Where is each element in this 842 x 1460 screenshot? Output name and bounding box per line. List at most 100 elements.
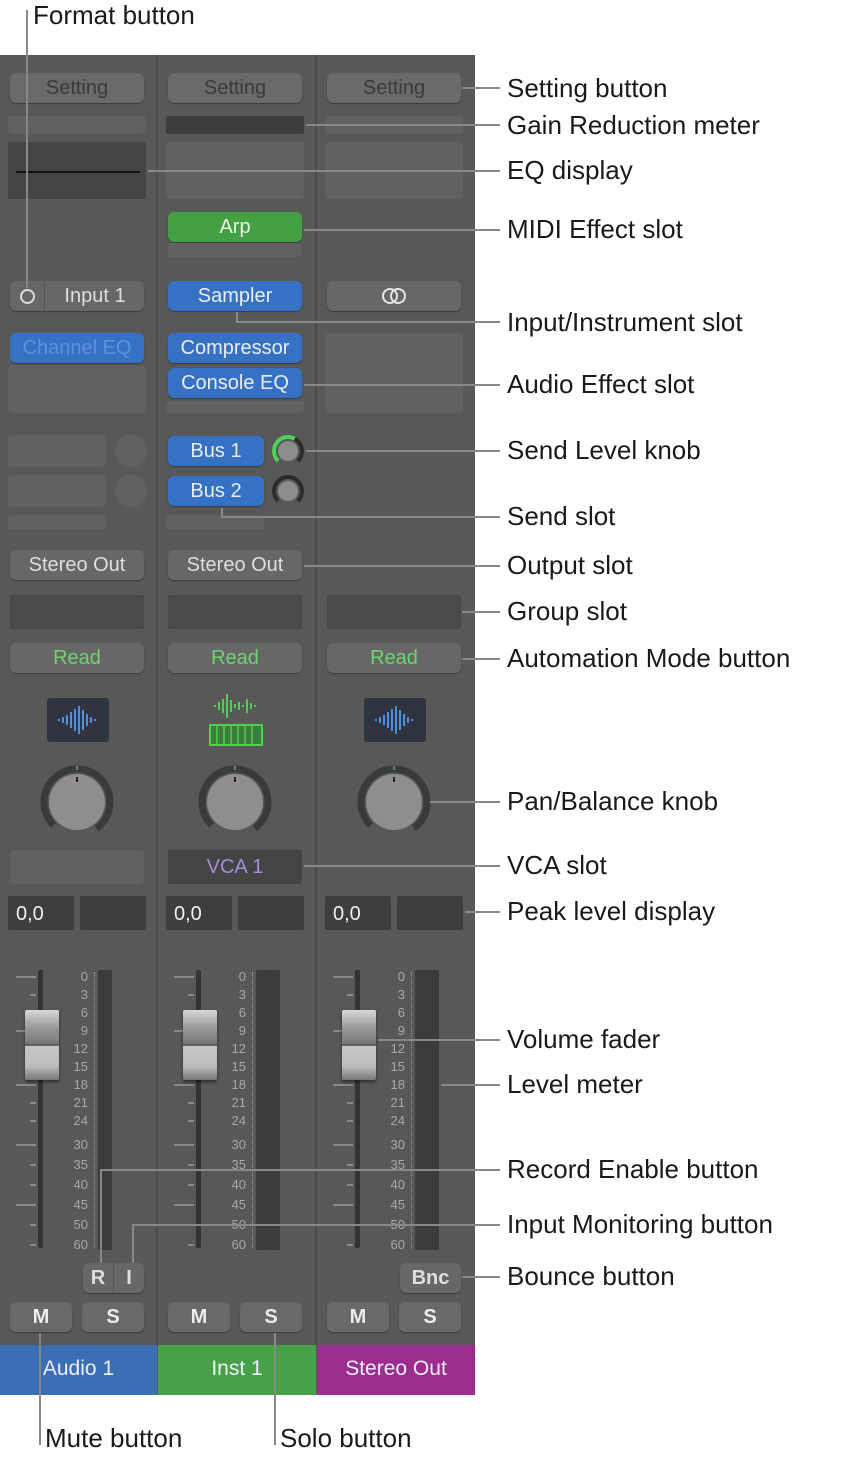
- vca-slot[interactable]: VCA 1: [168, 850, 302, 884]
- meter-scale-label: 40: [390, 1177, 405, 1192]
- gain-reduction-meter: [8, 116, 146, 134]
- callout-line: [462, 611, 500, 613]
- meter-scale-label: 24: [390, 1113, 405, 1128]
- pan-knob[interactable]: [40, 765, 114, 839]
- midi-effect-empty-slot[interactable]: [168, 243, 302, 257]
- callout-line: [378, 1039, 500, 1041]
- meter-scale-label: 30: [231, 1137, 246, 1152]
- group-slot[interactable]: [10, 595, 144, 629]
- send-empty-slot[interactable]: [8, 435, 106, 467]
- output-slot[interactable]: Stereo Out: [168, 550, 302, 580]
- record-monitor-group: R I: [83, 1263, 144, 1293]
- callout-gain-reduction: Gain Reduction meter: [507, 110, 760, 140]
- callout-bounce: Bounce button: [507, 1261, 675, 1291]
- meter-scale-label: 6: [80, 1005, 88, 1020]
- meter-scale-line: [411, 972, 412, 1248]
- send-knob-empty[interactable]: [115, 435, 147, 467]
- solo-button[interactable]: S: [399, 1302, 461, 1332]
- send-slot[interactable]: Bus 1: [168, 436, 264, 466]
- instrument-keyboard-icon[interactable]: [205, 691, 267, 749]
- audio-effect-empty-slot[interactable]: [8, 365, 146, 413]
- eq-display[interactable]: [8, 142, 146, 199]
- callout-solo: Solo button: [280, 1423, 412, 1453]
- fader-tick: [188, 1164, 194, 1166]
- fader-tick: [30, 1164, 36, 1166]
- audio-effect-empty-slot[interactable]: [325, 333, 463, 413]
- fader-tick: [16, 1144, 36, 1146]
- automation-mode-button[interactable]: Read: [327, 643, 461, 673]
- fader-tick: [188, 1120, 194, 1122]
- peak-level-display[interactable]: 0,0: [8, 896, 74, 930]
- setting-button[interactable]: Setting: [327, 73, 461, 103]
- send-empty-slot[interactable]: [8, 515, 106, 529]
- send-knob-empty[interactable]: [115, 475, 147, 507]
- send-slot[interactable]: Bus 2: [168, 476, 264, 506]
- track-name[interactable]: Stereo Out: [317, 1345, 475, 1395]
- meter-scale-label: 60: [390, 1237, 405, 1252]
- output-slot[interactable]: Stereo Out: [10, 550, 144, 580]
- input-slot[interactable]: Input 1: [10, 281, 144, 311]
- fader-tick: [174, 1204, 194, 1206]
- callout-line: [221, 516, 500, 518]
- meter-scale-label: 0: [80, 969, 88, 984]
- audio-waveform-icon[interactable]: [364, 698, 426, 742]
- send-empty-slot[interactable]: [8, 475, 106, 507]
- callout-line: [462, 658, 500, 660]
- instrument-slot[interactable]: Sampler: [168, 281, 302, 311]
- vca-slot-empty[interactable]: [10, 850, 144, 884]
- solo-button[interactable]: S: [82, 1302, 144, 1332]
- track-name[interactable]: Inst 1: [158, 1345, 316, 1395]
- fader-tick: [347, 1244, 353, 1246]
- audio-effect-empty-slot[interactable]: [166, 401, 304, 413]
- fader-tick: [188, 1102, 194, 1104]
- volume-fader[interactable]: [342, 1010, 376, 1080]
- track-name[interactable]: Audio 1: [0, 1345, 157, 1395]
- meter-scale-label: 12: [390, 1041, 405, 1056]
- meter-scale-label: 15: [73, 1059, 88, 1074]
- send-level-knob[interactable]: [271, 474, 305, 508]
- callout-automation-mode: Automation Mode button: [507, 643, 791, 673]
- bounce-button[interactable]: Bnc: [400, 1263, 461, 1293]
- mute-button[interactable]: M: [327, 1302, 389, 1332]
- peak-level-display-right: [397, 896, 463, 930]
- peak-level-display[interactable]: 0,0: [325, 896, 391, 930]
- callout-line: [441, 1084, 500, 1086]
- audio-waveform-icon[interactable]: [47, 698, 109, 742]
- volume-fader[interactable]: [183, 1010, 217, 1080]
- callout-line: [304, 229, 500, 231]
- send-level-knob[interactable]: [271, 434, 305, 468]
- audio-effect-slot[interactable]: Channel EQ: [10, 333, 144, 363]
- peak-level-display[interactable]: 0,0: [166, 896, 232, 930]
- mute-button[interactable]: M: [168, 1302, 230, 1332]
- fader-tick: [30, 1120, 36, 1122]
- level-meter: [256, 970, 280, 1250]
- meter-scale-label: 15: [390, 1059, 405, 1074]
- stereo-link-icon: [382, 288, 406, 304]
- group-slot[interactable]: [168, 595, 302, 629]
- callout-volume-fader: Volume fader: [507, 1024, 661, 1054]
- record-enable-button[interactable]: R: [83, 1263, 114, 1293]
- fader-tick: [30, 1244, 36, 1246]
- automation-mode-button[interactable]: Read: [10, 643, 144, 673]
- format-button[interactable]: [327, 281, 461, 311]
- pan-knob[interactable]: [198, 765, 272, 839]
- midi-effect-slot[interactable]: Arp: [168, 212, 302, 242]
- volume-fader[interactable]: [25, 1010, 59, 1080]
- group-slot[interactable]: [327, 595, 461, 629]
- pan-knob[interactable]: [357, 765, 431, 839]
- mute-button[interactable]: M: [10, 1302, 72, 1332]
- callout-line: [306, 450, 500, 452]
- audio-effect-slot[interactable]: Compressor: [168, 333, 302, 363]
- meter-scale-label: 40: [73, 1177, 88, 1192]
- setting-button[interactable]: Setting: [168, 73, 302, 103]
- input-monitoring-button[interactable]: I: [114, 1263, 144, 1293]
- solo-button[interactable]: S: [240, 1302, 302, 1332]
- meter-scale-label: 35: [73, 1157, 88, 1172]
- callout-line: [148, 170, 500, 172]
- setting-button[interactable]: Setting: [10, 73, 144, 103]
- meter-scale-label: 24: [231, 1113, 246, 1128]
- audio-effect-slot[interactable]: Console EQ: [168, 368, 302, 398]
- fader-tick: [30, 1184, 36, 1186]
- channel-strip-inst-1: Setting Arp Sampler Compressor Console E…: [158, 55, 316, 1395]
- automation-mode-button[interactable]: Read: [168, 643, 302, 673]
